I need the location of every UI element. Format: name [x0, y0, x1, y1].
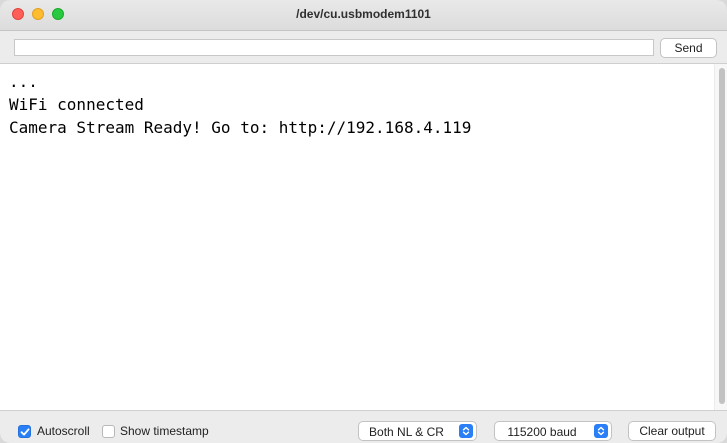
output-line: Camera Stream Ready! Go to: http://192.1… — [9, 118, 472, 137]
send-button[interactable]: Send — [660, 38, 717, 58]
chevron-updown-icon — [594, 424, 608, 438]
show-timestamp-checkbox[interactable] — [102, 425, 115, 438]
bottom-bar: Autoscroll Show timestamp Both NL & CR 1… — [0, 411, 727, 443]
autoscroll-checkbox[interactable] — [18, 425, 31, 438]
serial-output[interactable]: ... WiFi connected Camera Stream Ready! Go… — [0, 64, 727, 411]
checkmark-icon — [20, 428, 30, 436]
scrollbar[interactable] — [714, 64, 727, 410]
show-timestamp-label[interactable]: Show timestamp — [120, 424, 209, 438]
output-line: ... — [9, 72, 38, 91]
title-bar: /dev/cu.usbmodem1101 — [0, 0, 727, 31]
baud-rate-select[interactable]: 115200 baud — [494, 421, 612, 441]
autoscroll-label[interactable]: Autoscroll — [37, 424, 90, 438]
line-ending-select[interactable]: Both NL & CR — [358, 421, 477, 441]
send-input[interactable] — [14, 39, 654, 56]
output-text: ... WiFi connected Camera Stream Ready! Go… — [9, 70, 471, 139]
serial-monitor-window: /dev/cu.usbmodem1101 Send ... WiFi connec… — [0, 0, 727, 443]
output-line: WiFi connected — [9, 95, 144, 114]
chevron-updown-icon — [459, 424, 473, 438]
send-bar: Send — [0, 31, 727, 64]
scrollbar-thumb[interactable] — [719, 68, 725, 404]
clear-output-button[interactable]: Clear output — [628, 421, 716, 441]
baud-rate-value: 115200 baud — [507, 425, 577, 439]
window-title: /dev/cu.usbmodem1101 — [296, 7, 431, 21]
line-ending-value: Both NL & CR — [369, 425, 444, 439]
